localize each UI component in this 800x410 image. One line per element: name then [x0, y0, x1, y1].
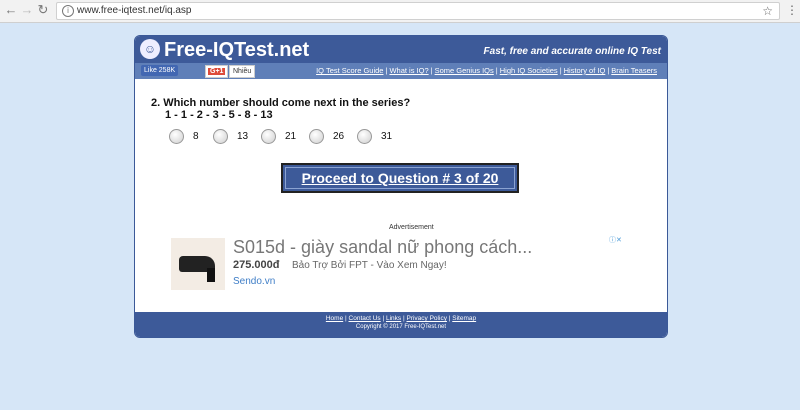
footer-link-privacy[interactable]: Privacy Policy — [406, 315, 446, 322]
nav-link-history-of-iq[interactable]: History of IQ — [564, 66, 606, 75]
site-tagline: Fast, free and accurate online IQ Test — [483, 46, 661, 57]
back-arrow-icon[interactable]: ← — [4, 3, 18, 17]
google-plus-icon: G+1 — [208, 68, 226, 75]
nav-link-brain-teasers[interactable]: Brain Teasers — [611, 66, 657, 75]
forward-arrow-icon[interactable]: → — [20, 3, 34, 17]
question-series: 1 - 1 - 2 - 3 - 5 - 8 - 13 — [165, 109, 273, 121]
nav-separator: | — [495, 66, 498, 75]
site-footer: Home | Contact Us | Links | Privacy Poli… — [135, 312, 667, 337]
sandal-heel-shape — [207, 268, 215, 282]
radio-button[interactable] — [169, 129, 184, 144]
site-nav-bar: Like 258K G+1 Nhiều IQ Test Score Guide |… — [135, 63, 667, 79]
option-label[interactable]: 13 — [237, 131, 248, 143]
ad-site-link[interactable]: Sendo.vn — [233, 276, 275, 288]
nav-separator: | — [385, 66, 388, 75]
radio-button[interactable] — [261, 129, 276, 144]
ad-subtitle[interactable]: Bảo Trợ Bởi FPT - Vào Xem Ngay! — [292, 259, 447, 272]
browser-toolbar: ← → ↻ i www.free-iqtest.net/iq.asp ☆ ⋮ — [0, 0, 800, 23]
option-label[interactable]: 26 — [333, 131, 344, 143]
ad-label: Advertisement — [389, 224, 434, 231]
nav-link-high-iq-societies[interactable]: High IQ Societies — [500, 66, 558, 75]
ad-choices-icon[interactable]: ⓘ✕ — [609, 237, 627, 245]
footer-links: Home | Contact Us | Links | Privacy Poli… — [325, 315, 477, 322]
proceed-button-border — [285, 167, 515, 189]
site-header: ☺ Free-IQTest.net Fast, free and accurat… — [135, 36, 667, 63]
copyright-text: Copyright © 2017 Free-IQTest.net — [355, 324, 447, 330]
nav-separator: | — [607, 66, 610, 75]
browser-menu-icon[interactable]: ⋮ — [786, 3, 798, 17]
option-label[interactable]: 21 — [285, 131, 296, 143]
footer-link-links[interactable]: Links — [386, 315, 401, 322]
nav-link-what-is-iq[interactable]: What is IQ? — [389, 66, 428, 75]
nav-link-score-guide[interactable]: IQ Test Score Guide — [316, 66, 383, 75]
footer-link-home[interactable]: Home — [326, 315, 343, 322]
facebook-like-button[interactable]: Like 258K — [141, 65, 179, 76]
url-text[interactable]: www.free-iqtest.net/iq.asp — [77, 4, 192, 18]
google-plus-button[interactable]: G+1 — [205, 65, 229, 78]
address-bar[interactable]: i www.free-iqtest.net/iq.asp ☆ — [56, 2, 780, 20]
nav-separator: | — [430, 66, 433, 75]
option-label[interactable]: 8 — [193, 131, 199, 143]
bookmark-star-icon[interactable]: ☆ — [762, 3, 773, 19]
option-label[interactable]: 31 — [381, 131, 392, 143]
radio-button[interactable] — [309, 129, 324, 144]
nav-separator: | — [559, 66, 562, 75]
footer-link-contact[interactable]: Contact Us — [349, 315, 381, 322]
proceed-button[interactable]: Proceed to Question # 3 of 20 — [281, 163, 519, 193]
site-container: ☺ Free-IQTest.net Fast, free and accurat… — [134, 35, 668, 338]
brain-logo-icon[interactable]: ☺ — [140, 39, 160, 59]
nav-links: IQ Test Score Guide | What is IQ? | Some Gen… — [316, 66, 657, 76]
ad-price[interactable]: 275.000đ — [233, 259, 279, 272]
footer-link-sitemap[interactable]: Sitemap — [452, 315, 476, 322]
radio-button[interactable] — [213, 129, 228, 144]
site-logo[interactable]: Free-IQTest.net — [164, 38, 309, 62]
ad-image[interactable] — [171, 238, 225, 290]
reload-icon[interactable]: ↻ — [36, 3, 50, 17]
radio-button[interactable] — [357, 129, 372, 144]
nav-link-genius-iqs[interactable]: Some Genius IQs — [435, 66, 494, 75]
ad-title[interactable]: S015d - giày sandal nữ phong cách... — [233, 236, 532, 258]
share-more-button[interactable]: Nhiều — [229, 65, 256, 78]
info-icon[interactable]: i — [62, 5, 74, 17]
